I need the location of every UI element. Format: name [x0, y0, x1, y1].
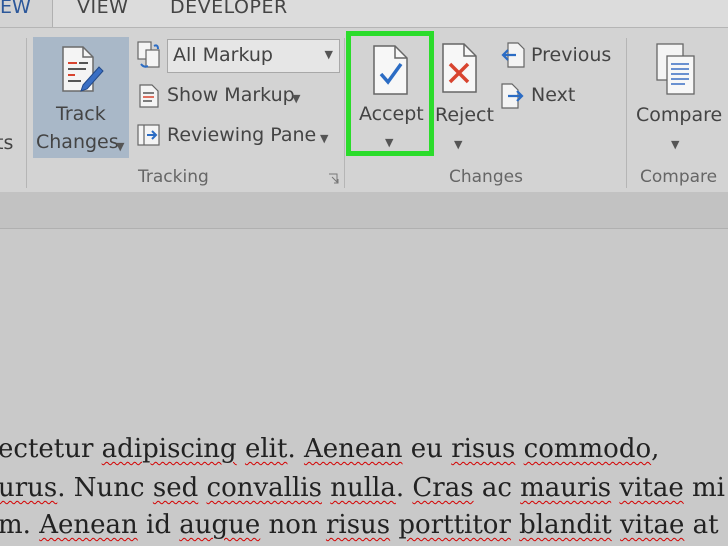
misspelled-word: risus [325, 510, 391, 540]
reviewing-pane-dropdown-icon[interactable]: ▼ [320, 132, 328, 145]
tab-review-label: EW [0, 0, 31, 18]
next-button[interactable]: Next [531, 84, 575, 106]
group-separator [344, 38, 345, 188]
misspelled-word: vitae [620, 510, 685, 540]
text-run: . [22, 510, 40, 540]
misspelled-word: urus [0, 473, 58, 503]
text-run: , [651, 434, 660, 464]
track-changes-dropdown-icon[interactable]: ▼ [116, 140, 124, 153]
misspelled-word: blandit [519, 510, 612, 540]
document-line-1: ectetur adipiscing elit. Aenean eu risus… [0, 434, 659, 464]
text-run [145, 473, 153, 503]
text-run: m [0, 510, 23, 540]
previous-change-icon [501, 42, 525, 68]
misspelled-word: Aenean [303, 434, 403, 464]
text-run: id [137, 510, 180, 540]
accept-icon [373, 45, 408, 95]
misspelled-word: nulla [330, 473, 396, 503]
misspelled-word: Aenean [39, 510, 138, 540]
compare-group-label: Compare [640, 167, 718, 187]
text-run [237, 434, 245, 464]
text-run: Nunc [73, 473, 145, 503]
misspelled-word: convallis [206, 473, 322, 503]
misspelled-word: mauris [520, 473, 612, 503]
ribbon-tab-strip: EW VIEW DEVELOPER [0, 0, 728, 27]
misspelled-word: vitae [619, 473, 684, 503]
next-change-icon [501, 83, 524, 109]
show-markup-button[interactable]: Show Markup [167, 84, 295, 106]
text-run [511, 510, 519, 540]
text-run: . [57, 473, 74, 503]
text-run: . [287, 434, 304, 464]
misspelled-word: porttitor [398, 510, 511, 540]
reject-button[interactable]: Reject [435, 104, 494, 126]
reviewing-pane-icon [137, 124, 160, 146]
text-run: non [260, 510, 326, 540]
reject-dropdown-icon[interactable]: ▼ [454, 138, 462, 151]
text-run [612, 510, 620, 540]
track-changes-button[interactable]: Track Changes ▼ [33, 37, 129, 158]
document-line-2: urus. Nunc sed convallis nulla. Cras ac … [0, 473, 725, 503]
changes-group-label: Changes [449, 167, 523, 187]
markup-display-select[interactable]: All Markup ▼ [167, 39, 340, 73]
misspelled-word: Cras [412, 473, 474, 503]
misspelled-word: adipiscing [101, 434, 237, 464]
document-top-band [0, 192, 728, 229]
compare-button[interactable]: Compare [636, 104, 722, 126]
document-line-3: m. Aenean id augue non risus porttitor b… [0, 510, 719, 540]
previous-button[interactable]: Previous [531, 44, 611, 66]
track-changes-label-line1: Track [56, 103, 106, 125]
track-changes-label-line2: Changes [36, 131, 119, 153]
text-run [515, 434, 523, 464]
previous-group-label-partial: ts [0, 132, 14, 154]
group-separator [626, 38, 627, 188]
group-separator [26, 38, 27, 188]
display-for-review-icon [137, 41, 160, 68]
document-area[interactable]: ectetur adipiscing elit. Aenean eu risus… [0, 192, 728, 546]
chevron-down-icon: ▼ [324, 48, 333, 61]
dialog-launcher-icon[interactable] [328, 173, 340, 185]
text-run: ac [473, 473, 521, 503]
compare-icon[interactable] [655, 42, 697, 96]
text-run [322, 473, 330, 503]
tab-developer[interactable]: DEVELOPER [170, 0, 288, 18]
misspelled-word: augue [179, 510, 261, 540]
show-markup-icon [139, 84, 159, 108]
text-run: eu [402, 434, 452, 464]
misspelled-word: commodo [523, 434, 652, 464]
text-run: mi [683, 473, 725, 503]
markup-display-value: All Markup [173, 44, 273, 66]
misspelled-word: risus [451, 434, 516, 464]
reviewing-pane-button[interactable]: Reviewing Pane [167, 124, 316, 146]
show-markup-dropdown-icon[interactable]: ▼ [292, 92, 300, 105]
accept-button[interactable]: Accept ▼ [346, 31, 434, 156]
text-run: ectetur [0, 434, 102, 464]
text-run: at [684, 510, 719, 540]
track-changes-icon [62, 46, 104, 92]
tab-review[interactable]: EW [0, 0, 53, 27]
tracking-group-label: Tracking [138, 167, 209, 187]
misspelled-word: sed [152, 473, 199, 503]
text-run [198, 473, 206, 503]
reject-icon[interactable] [440, 42, 480, 94]
accept-label: Accept [359, 103, 424, 125]
ribbon: ts Track Changes ▼ All Markup ▼ Show [0, 27, 728, 193]
compare-dropdown-icon[interactable]: ▼ [671, 138, 679, 151]
accept-dropdown-icon[interactable]: ▼ [385, 136, 393, 149]
tab-view[interactable]: VIEW [77, 0, 128, 18]
misspelled-word: elit [244, 434, 288, 464]
text-run: . [395, 473, 413, 503]
